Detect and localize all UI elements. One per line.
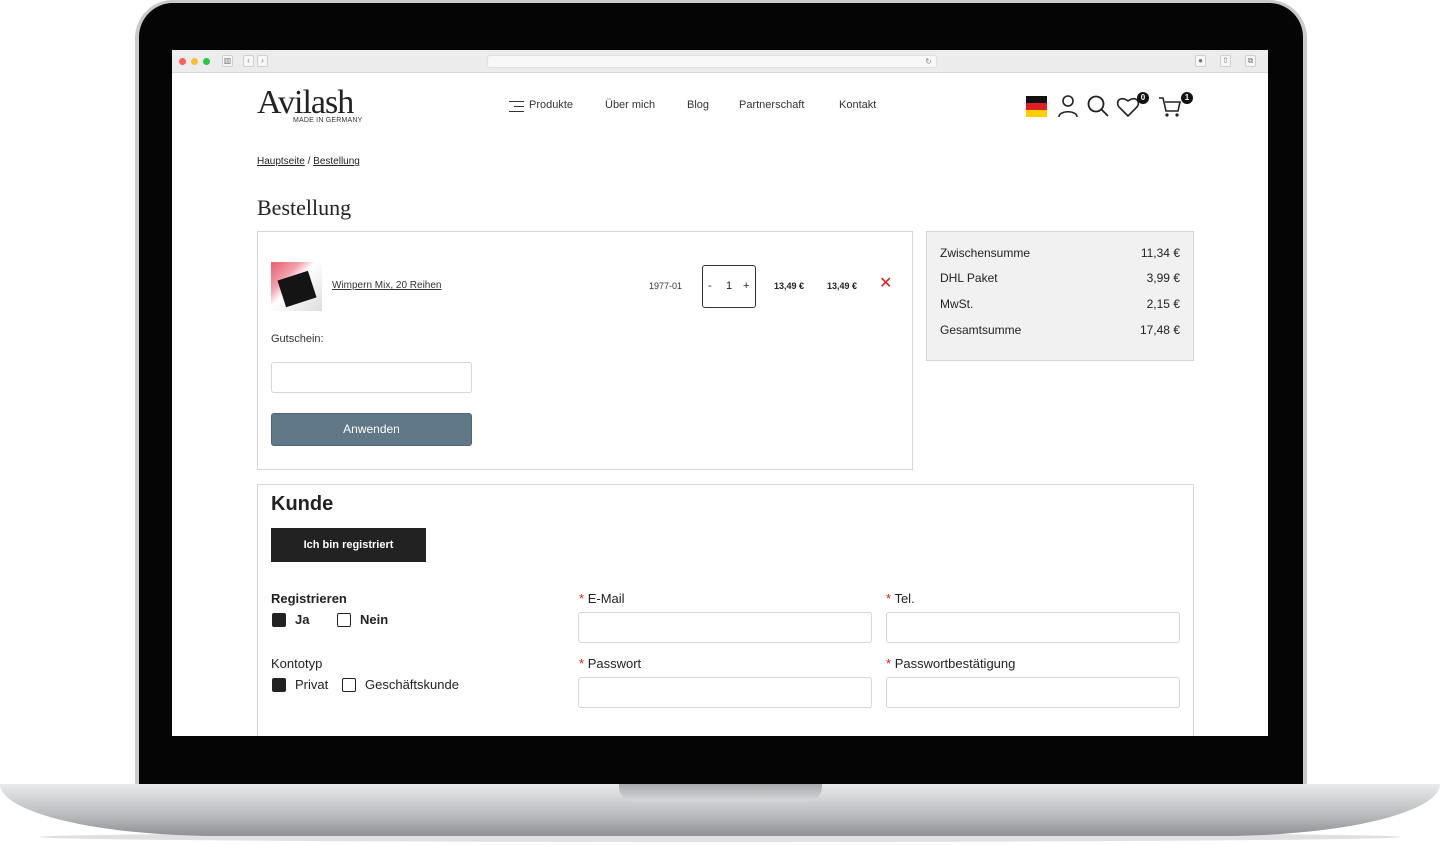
cart-count-badge: 1 [1181, 92, 1193, 104]
coupon-label: Gutschein: [271, 333, 324, 345]
minimize-window-icon[interactable] [191, 58, 198, 65]
email-label: * E-Mail [579, 591, 625, 606]
user-icon[interactable] [1057, 94, 1079, 118]
phone-field[interactable] [886, 612, 1180, 643]
password-label: * Passwort [579, 656, 641, 671]
cart-panel: Wimpern Mix, 20 Reihen 1977-01 - 1 + 13,… [257, 231, 913, 470]
order-summary: Zwischensumme 11,34 € DHL Paket 3,99 € M… [926, 231, 1194, 361]
summary-row-tax: MwSt. 2,15 € [940, 297, 1180, 311]
nav-item-kontakt[interactable]: Kontakt [839, 99, 876, 111]
customer-title: Kunde [271, 493, 334, 515]
laptop-notch [619, 784, 822, 801]
summary-value: 2,15 € [1146, 297, 1180, 311]
close-window-icon[interactable] [179, 58, 186, 65]
nav-item-blog[interactable]: Blog [687, 99, 709, 111]
logo-text: Avilash [257, 84, 354, 121]
password-confirm-label-text: Passwortbestätigung [894, 656, 1016, 671]
registered-button[interactable]: Ich bin registriert [271, 528, 426, 562]
product-name-link[interactable]: Wimpern Mix, 20 Reihen [332, 280, 441, 291]
reload-icon[interactable]: ↻ [925, 56, 932, 68]
summary-row-total: Gesamtsumme 17,48 € [940, 323, 1180, 337]
tabs-icon[interactable]: ⧉ [1245, 55, 1256, 67]
summary-value: 11,34 € [1140, 246, 1180, 260]
account-private-label[interactable]: Privat [295, 677, 328, 692]
wishlist-count-badge: 0 [1137, 92, 1149, 104]
product-sku: 1977-01 [649, 281, 683, 291]
sidebar-toggle-icon[interactable]: ▥ [222, 55, 233, 67]
password-field[interactable] [578, 677, 872, 708]
breadcrumb: Hauptseite / Bestellung [257, 156, 360, 167]
coupon-input[interactable] [271, 362, 472, 393]
nav-item-produkte[interactable]: Produkte [529, 99, 573, 111]
summary-label: Gesamtsumme [940, 323, 1022, 337]
password-label-text: Passwort [587, 656, 642, 671]
page-title: Bestellung [257, 195, 352, 220]
close-icon[interactable]: ✕ [879, 276, 892, 292]
summary-row-subtotal: Zwischensumme 11,34 € [940, 246, 1180, 260]
breadcrumb-current-link[interactable]: Bestellung [313, 156, 360, 167]
register-yes-checkbox[interactable] [272, 613, 286, 627]
logo-tagline: MADE IN GERMANY [293, 117, 363, 124]
required-mark: * [579, 591, 585, 606]
line-total-price: 13,49 € [827, 281, 858, 291]
summary-value: 17,48 € [1139, 323, 1180, 337]
nav-item-ueber-mich[interactable]: Über mich [605, 99, 655, 111]
download-icon[interactable]: ● [1195, 55, 1206, 67]
email-label-text: E-Mail [587, 591, 625, 606]
cart-icon[interactable] [1158, 96, 1182, 118]
flag-de-icon[interactable] [1026, 96, 1047, 117]
summary-label: Zwischensumme [940, 246, 1031, 260]
password-confirm-field[interactable] [886, 677, 1180, 708]
quantity-stepper[interactable]: - 1 + [702, 265, 756, 308]
product-thumbnail[interactable] [271, 262, 322, 311]
register-no-checkbox[interactable] [337, 613, 351, 627]
site-logo[interactable]: Avilash MADE IN GERMANY [257, 86, 377, 130]
address-bar[interactable]: ↻ [487, 55, 937, 68]
summary-value: 3,99 € [1146, 271, 1180, 285]
phone-label: * Tel. [886, 591, 915, 606]
password-confirm-label: * Passwortbestätigung [886, 656, 1015, 671]
phone-label-text: Tel. [894, 591, 915, 606]
required-mark: * [886, 656, 892, 671]
breadcrumb-home-link[interactable]: Hauptseite [257, 156, 305, 167]
register-label: Registrieren [271, 591, 347, 606]
quantity-decrease-button[interactable]: - [708, 280, 712, 292]
quantity-increase-button[interactable]: + [743, 280, 749, 292]
summary-label: DHL Paket [940, 271, 998, 285]
browser-toolbar: ▥ ‹ › ↻ ● ⇧ ⧉ [172, 50, 1268, 73]
nav-item-partnerschaft[interactable]: Partnerschaft [739, 99, 804, 111]
register-no-label[interactable]: Nein [360, 612, 388, 627]
forward-icon[interactable]: › [257, 55, 268, 67]
apply-coupon-button[interactable]: Anwenden [271, 413, 472, 446]
unit-price: 13,49 € [774, 281, 805, 291]
summary-row-shipping: DHL Paket 3,99 € [940, 271, 1180, 285]
register-yes-label[interactable]: Ja [295, 612, 309, 627]
required-mark: * [579, 656, 585, 671]
account-private-checkbox[interactable] [272, 678, 286, 692]
summary-label: MwSt. [940, 297, 974, 311]
menu-icon[interactable] [509, 101, 524, 112]
browser-screen: ▥ ‹ › ↻ ● ⇧ ⧉ Avilash MADE IN GERMANY Pr… [172, 50, 1268, 736]
account-business-label[interactable]: Geschäftskunde [365, 677, 459, 692]
quantity-value[interactable]: 1 [726, 280, 732, 292]
maximize-window-icon[interactable] [203, 58, 210, 65]
account-business-checkbox[interactable] [342, 678, 356, 692]
required-mark: * [886, 591, 892, 606]
back-icon[interactable]: ‹ [243, 55, 254, 67]
customer-panel: Kunde Ich bin registriert Registrieren J… [257, 484, 1194, 736]
share-icon[interactable]: ⇧ [1220, 55, 1231, 67]
account-type-label: Kontotyp [271, 656, 323, 671]
breadcrumb-separator: / [307, 156, 311, 167]
email-field[interactable] [578, 612, 872, 643]
search-icon[interactable] [1086, 94, 1110, 118]
